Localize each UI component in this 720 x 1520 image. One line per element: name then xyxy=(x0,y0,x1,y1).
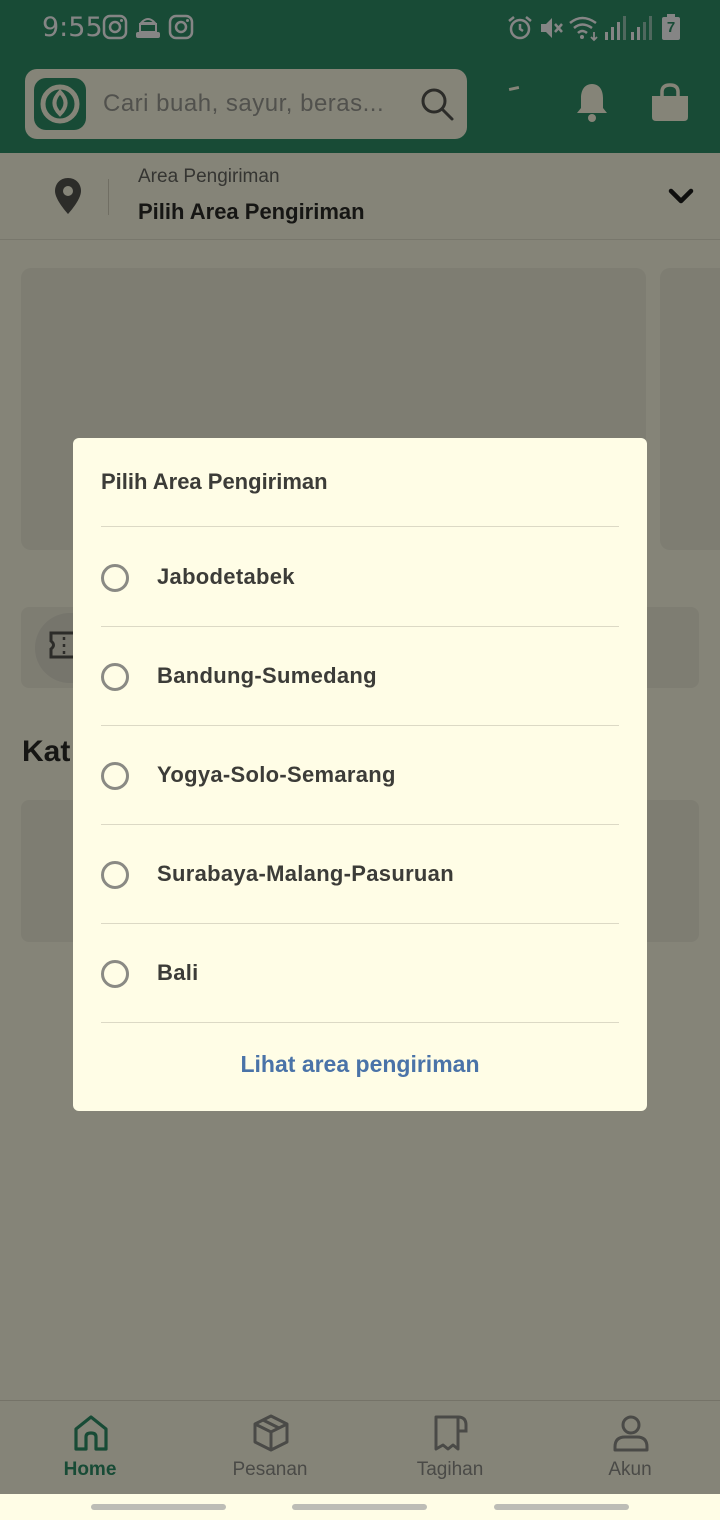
gesture-handle xyxy=(292,1504,427,1510)
area-option-surabaya-malang-pasuruan[interactable]: Surabaya-Malang-Pasuruan xyxy=(101,824,619,922)
see-delivery-areas-link[interactable]: Lihat area pengiriman xyxy=(73,1051,647,1078)
radio-button[interactable] xyxy=(101,861,129,889)
radio-button[interactable] xyxy=(101,960,129,988)
area-option-label: Surabaya-Malang-Pasuruan xyxy=(157,861,454,886)
dialog-title: Pilih Area Pengiriman xyxy=(101,469,328,494)
area-option-label: Bali xyxy=(157,960,199,985)
system-gesture-bar xyxy=(0,1494,720,1520)
gesture-handle xyxy=(91,1504,226,1510)
delivery-area-dialog: Pilih Area Pengiriman Jabodetabek Bandun… xyxy=(73,438,647,1111)
area-option-bandung-sumedang[interactable]: Bandung-Sumedang xyxy=(101,626,619,724)
radio-button[interactable] xyxy=(101,762,129,790)
area-option-bali[interactable]: Bali xyxy=(101,923,619,1021)
radio-button[interactable] xyxy=(101,564,129,592)
area-option-yogya-solo-semarang[interactable]: Yogya-Solo-Semarang xyxy=(101,725,619,823)
radio-button[interactable] xyxy=(101,663,129,691)
area-option-jabodetabek[interactable]: Jabodetabek xyxy=(101,527,619,625)
area-option-label: Bandung-Sumedang xyxy=(157,663,377,688)
divider xyxy=(101,1022,619,1023)
gesture-handle xyxy=(494,1504,629,1510)
area-option-label: Yogya-Solo-Semarang xyxy=(157,762,396,787)
area-option-label: Jabodetabek xyxy=(157,564,295,589)
